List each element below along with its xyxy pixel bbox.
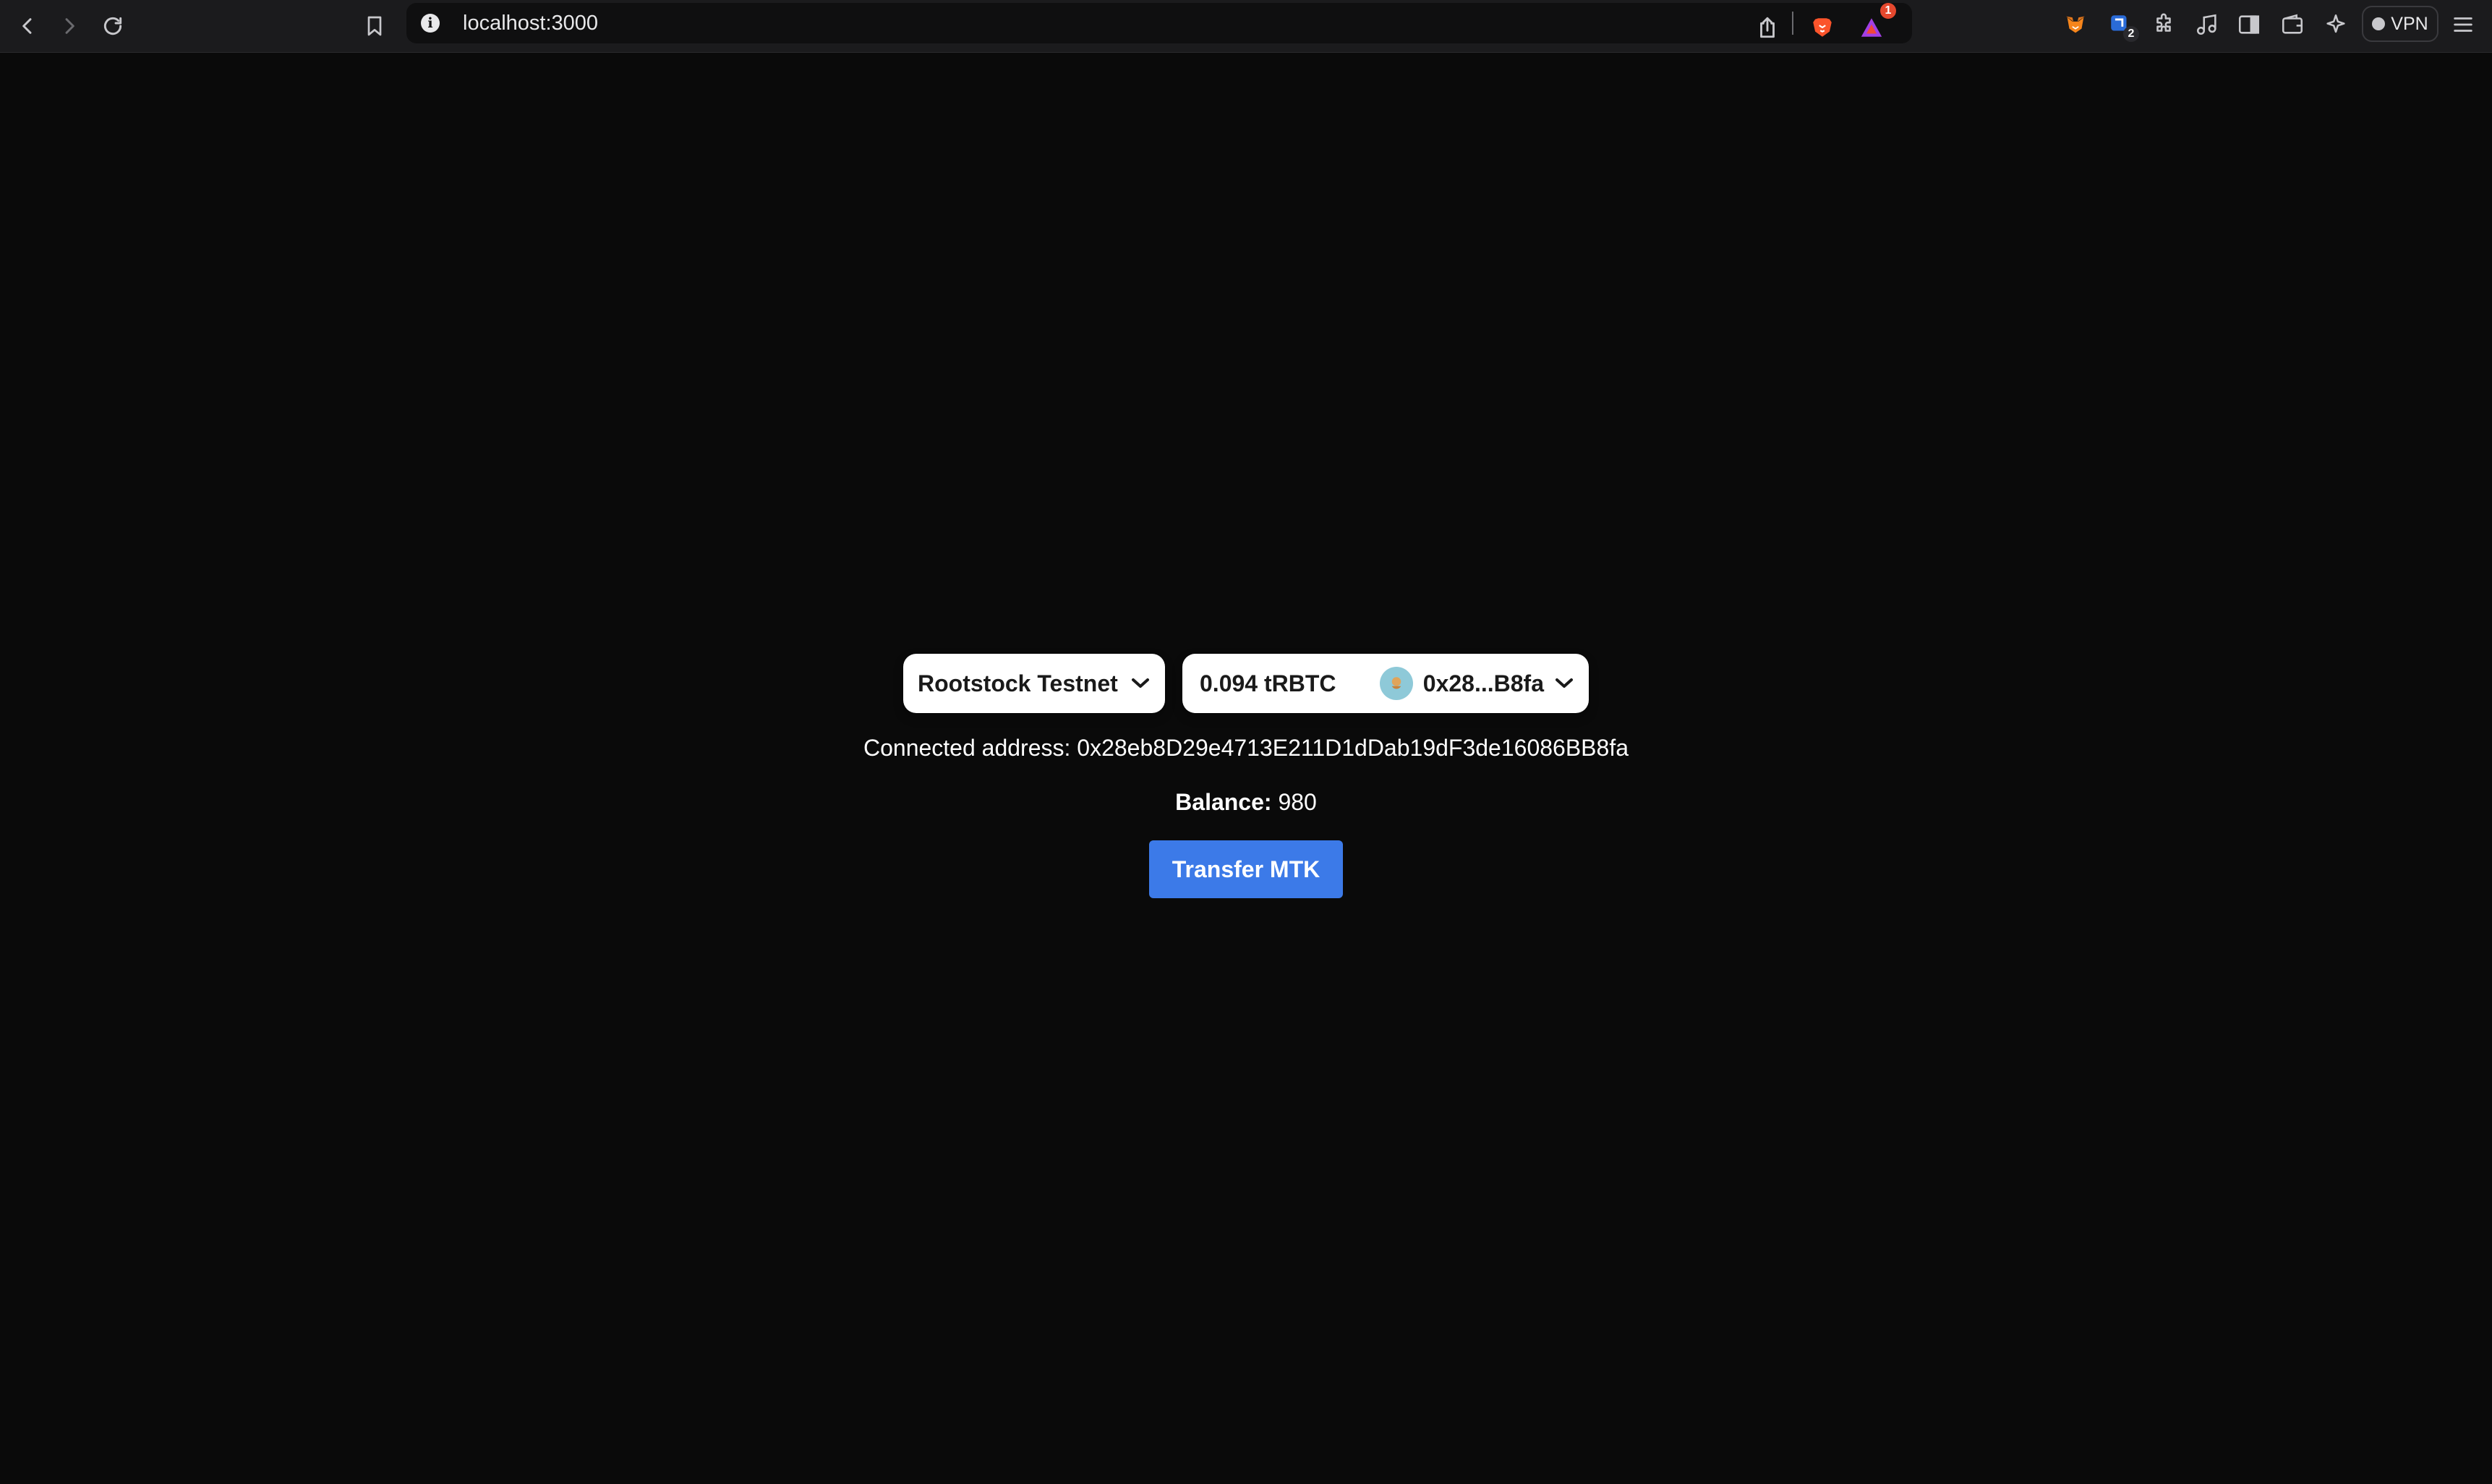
wallet-icon[interactable] xyxy=(2276,9,2308,40)
vpn-status-icon xyxy=(2372,17,2386,30)
avatar xyxy=(1379,667,1413,700)
music-note-icon[interactable] xyxy=(2191,9,2223,40)
token-balance-label: Balance: xyxy=(1175,789,1272,815)
account-button[interactable]: 0.094 tRBTC 0x28...B8fa xyxy=(1182,654,1589,713)
brave-rewards-icon[interactable]: 1 xyxy=(1856,3,1896,43)
dapp-panel: Rootstock Testnet 0.094 tRBTC 0x28...B8f… xyxy=(0,654,2492,898)
brave-lion-icon[interactable] xyxy=(1806,12,1838,43)
network-selector-button[interactable]: Rootstock Testnet xyxy=(903,654,1165,713)
token-balance-value: 980 xyxy=(1278,789,1317,815)
connected-address-label: Connected address: xyxy=(863,735,1071,761)
forward-arrow-icon[interactable] xyxy=(49,6,90,46)
back-arrow-icon[interactable] xyxy=(7,6,48,46)
chevron-down-icon xyxy=(1132,678,1149,688)
puzzle-icon[interactable] xyxy=(2148,9,2180,40)
leo-ai-icon[interactable] xyxy=(2320,9,2352,40)
url-text[interactable]: localhost:3000 xyxy=(463,3,598,43)
rewards-badge: 1 xyxy=(1880,3,1896,19)
address-bar[interactable]: i localhost:3000 1 xyxy=(406,3,1912,43)
sidebar-icon[interactable] xyxy=(2233,9,2265,40)
info-icon[interactable]: i xyxy=(421,14,440,33)
url-divider xyxy=(1792,12,1793,35)
wallet-balance: 0.094 tRBTC xyxy=(1200,670,1336,696)
vpn-label: VPN xyxy=(2391,13,2428,34)
vpn-button[interactable]: VPN xyxy=(2362,6,2438,42)
extension-badge: 2 xyxy=(2123,26,2139,42)
account-short-address: 0x28...B8fa xyxy=(1422,670,1544,696)
share-icon[interactable] xyxy=(1751,12,1783,43)
browser-toolbar: i localhost:3000 1 2 VPN xyxy=(0,0,2492,53)
reload-icon[interactable] xyxy=(93,6,133,46)
hamburger-menu-icon[interactable] xyxy=(2447,9,2479,40)
chevron-down-icon xyxy=(1556,678,1573,688)
bookmark-icon[interactable] xyxy=(354,6,395,46)
account-address-chip[interactable]: 0x28...B8fa xyxy=(1372,658,1584,709)
wallet-button-row: Rootstock Testnet 0.094 tRBTC 0x28...B8f… xyxy=(0,654,2492,713)
transfer-mtk-button[interactable]: Transfer MTK xyxy=(1149,840,1343,898)
metamask-fox-icon[interactable] xyxy=(2060,9,2091,40)
connected-address-line: Connected address: 0x28eb8D29e4713E211D1… xyxy=(0,735,2492,762)
network-label: Rootstock Testnet xyxy=(918,670,1118,696)
extension-icon[interactable]: 2 xyxy=(2104,9,2139,42)
token-balance-line: Balance: 980 xyxy=(0,789,2492,816)
connected-address-value: 0x28eb8D29e4713E211D1dDab19dF3de16086BB8… xyxy=(1077,735,1629,761)
